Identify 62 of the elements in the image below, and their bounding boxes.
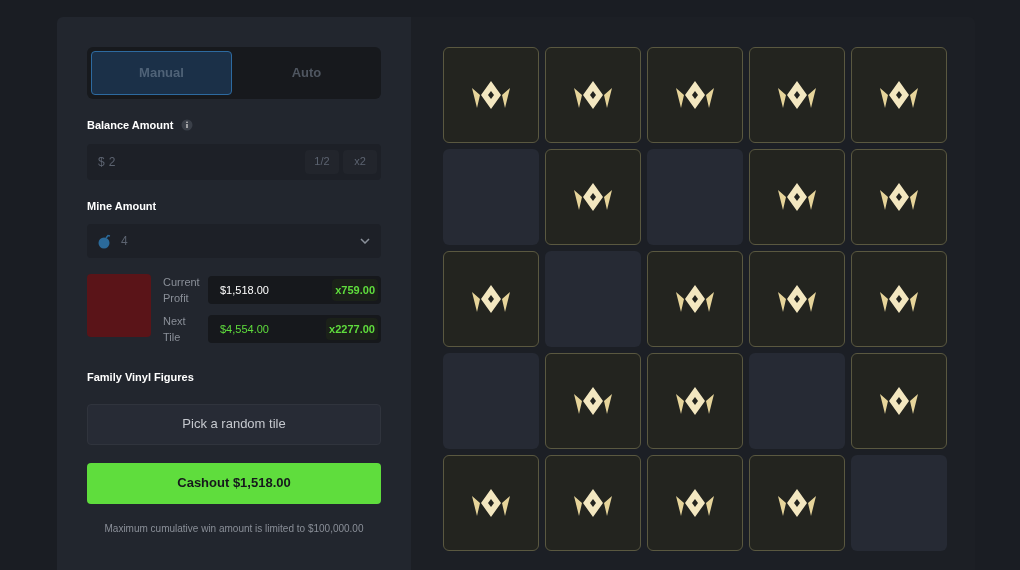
revealed-tile[interactable] <box>749 47 845 143</box>
crown-icon <box>675 488 715 518</box>
revealed-tile[interactable] <box>851 251 947 347</box>
crown-icon <box>879 80 919 110</box>
mine-value: 4 <box>121 233 129 250</box>
bomb-icon <box>98 233 111 249</box>
crown-icon <box>777 488 817 518</box>
row-label: Current Profit <box>163 275 200 306</box>
revealed-tile[interactable] <box>443 455 539 551</box>
balance-value: 2 <box>108 153 117 171</box>
cashout-button[interactable]: Cashout $1,518.00 <box>87 462 381 504</box>
balance-field[interactable]: $ 2 1/2 x2 <box>87 143 381 180</box>
crown-icon <box>471 488 511 518</box>
revealed-tile[interactable] <box>545 47 641 143</box>
multiplier-badge: x2277.00 <box>326 318 378 340</box>
revealed-tile[interactable] <box>545 455 641 551</box>
crown-icon <box>675 80 715 110</box>
chevron-down-icon <box>360 238 370 244</box>
revealed-tile[interactable] <box>647 47 743 143</box>
amount-value: $4,554.00 <box>220 321 270 337</box>
crown-icon <box>573 182 613 212</box>
revealed-tile[interactable] <box>443 47 539 143</box>
crown-icon <box>471 80 511 110</box>
random-tile-button[interactable]: Pick a random tile <box>87 403 381 445</box>
row-label: Next Tile <box>163 314 187 345</box>
revealed-tile[interactable] <box>647 251 743 347</box>
revealed-tile[interactable] <box>851 353 947 449</box>
revealed-tile[interactable] <box>749 149 845 245</box>
limit-note: Maximum cumulative win amount is limited to $100,000.00 <box>103 521 365 536</box>
revealed-tile[interactable] <box>443 251 539 347</box>
field-label: Mine Amount <box>87 198 158 214</box>
photo-placeholder <box>87 274 151 337</box>
crown-icon <box>471 284 511 314</box>
crown-icon <box>675 284 715 314</box>
revealed-tile[interactable] <box>545 149 641 245</box>
amount-button[interactable]: x2 <box>343 149 377 174</box>
amount-button[interactable]: 1/2 <box>305 149 339 174</box>
revealed-tile[interactable] <box>749 455 845 551</box>
crown-icon <box>675 386 715 416</box>
revealed-tile[interactable] <box>749 251 845 347</box>
currency-symbol: $ <box>98 153 105 171</box>
revealed-tile[interactable] <box>545 353 641 449</box>
crown-icon <box>879 386 919 416</box>
crown-icon <box>777 80 817 110</box>
crown-icon <box>573 488 613 518</box>
info-icon <box>181 119 194 132</box>
crown-icon <box>879 284 919 314</box>
crown-icon <box>777 284 817 314</box>
revealed-tile[interactable] <box>647 455 743 551</box>
revealed-tile[interactable] <box>851 47 947 143</box>
field-label: Balance Amount <box>87 118 174 133</box>
revealed-tile[interactable] <box>851 149 947 245</box>
crown-icon <box>573 386 613 416</box>
multiplier-badge: x759.00 <box>332 279 378 301</box>
amount-value: $1,518.00 <box>220 282 270 298</box>
mine-dropdown[interactable]: 4 <box>87 224 381 258</box>
crown-icon <box>777 182 817 212</box>
crown-icon <box>573 80 613 110</box>
crown-icon <box>879 182 919 212</box>
revealed-tile[interactable] <box>647 353 743 449</box>
mode-tab[interactable]: Auto <box>236 51 377 95</box>
prize-name: Family Vinyl Figures <box>87 370 195 385</box>
